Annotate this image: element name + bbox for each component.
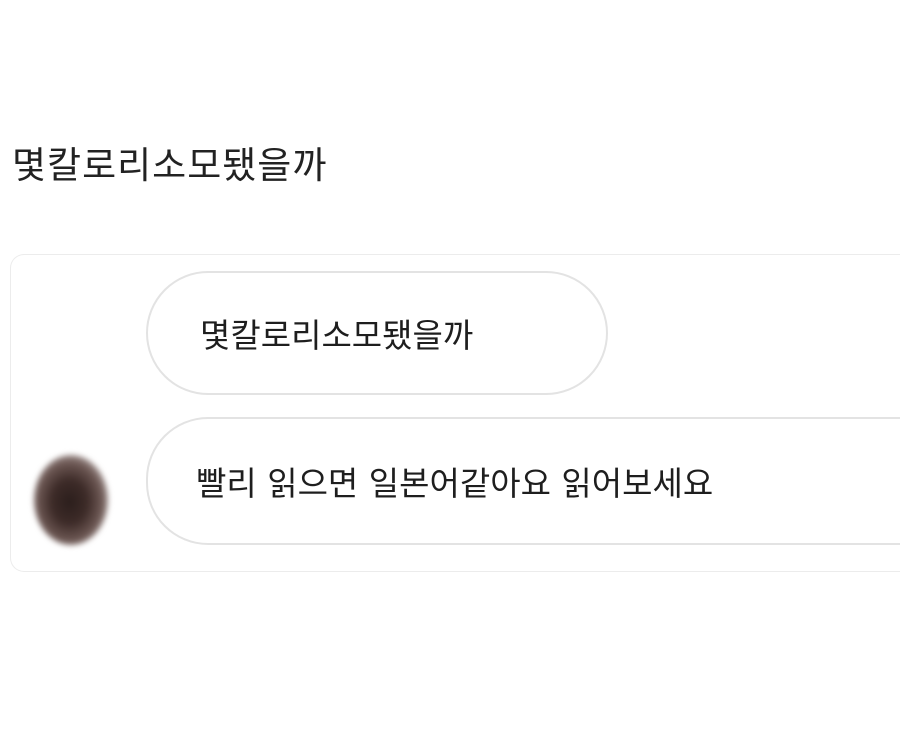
message-text-1: 몇칼로리소모됐을까 bbox=[200, 316, 474, 355]
message-bubble-2: 빨리 읽으면 일본어같아요 읽어보세요 bbox=[146, 417, 900, 545]
avatar[interactable] bbox=[34, 455, 108, 545]
message-text-2: 빨리 읽으면 일본어같아요 읽어보세요 bbox=[196, 464, 714, 503]
post-title: 몇칼로리소모됐을까 bbox=[12, 144, 328, 187]
message-bubble-1: 몇칼로리소모됐을까 bbox=[146, 271, 608, 395]
